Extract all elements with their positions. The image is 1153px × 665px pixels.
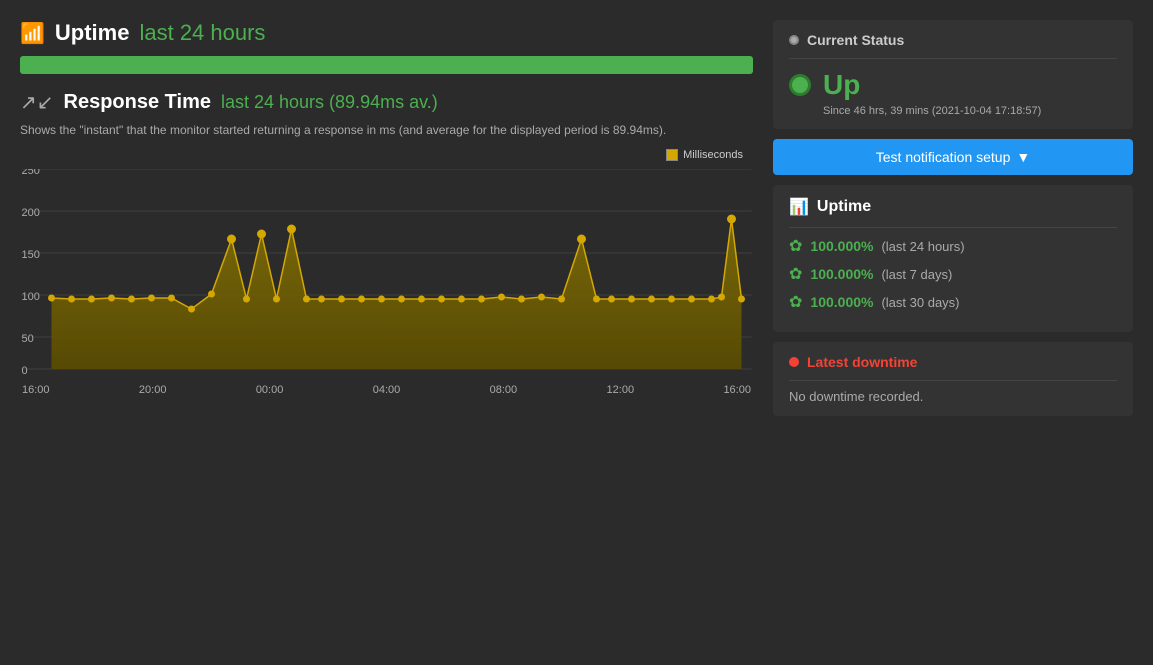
uptime-row-30d: ✿ 100.000% (last 30 days) [789, 292, 1117, 312]
uptime-subtitle: last 24 hours [139, 20, 265, 46]
downtime-dot [789, 357, 799, 367]
current-status-card: Current Status Up Since 46 hrs, 39 mins … [773, 20, 1133, 129]
left-panel: 📶 Uptime last 24 hours ↗↙ Response Time … [20, 20, 753, 645]
chart-dots [49, 215, 745, 312]
chart-line [52, 219, 742, 309]
x-label-7: 16:00 [723, 384, 751, 396]
uptime-period-7d: (last 7 days) [881, 267, 952, 282]
svg-text:250: 250 [22, 169, 40, 177]
uptime-period-24h: (last 24 hours) [881, 239, 964, 254]
response-section: ↗↙ Response Time last 24 hours (89.94ms … [20, 90, 753, 389]
uptime-star-3: ✿ [789, 292, 802, 312]
status-header-dot [789, 35, 799, 45]
x-axis-labels: 16:00 20:00 00:00 04:00 08:00 12:00 16:0… [20, 384, 753, 396]
uptime-stats-bar-icon: 📊 [789, 197, 809, 217]
svg-text:50: 50 [22, 333, 34, 345]
x-label-3: 00:00 [256, 384, 284, 396]
notification-setup-button[interactable]: Test notification setup ▼ [773, 139, 1133, 175]
notification-button-label: Test notification setup [876, 149, 1011, 165]
uptime-pct-30d: 100.000% [810, 294, 873, 310]
downtime-title: Latest downtime [807, 354, 917, 370]
uptime-stats-title: Uptime [817, 198, 871, 216]
divider-1 [789, 58, 1117, 59]
divider-2 [789, 227, 1117, 228]
right-panel: Current Status Up Since 46 hrs, 39 mins … [773, 20, 1133, 645]
chart-fill-area [52, 219, 742, 369]
uptime-star-1: ✿ [789, 236, 802, 256]
chart-legend: Milliseconds [666, 149, 743, 161]
svg-text:150: 150 [22, 249, 40, 261]
x-label-1: 16:00 [22, 384, 50, 396]
status-up-text: Up [823, 69, 860, 101]
svg-text:0: 0 [22, 365, 28, 377]
uptime-stats-card: 📊 Uptime ✿ 100.000% (last 24 hours) ✿ 10… [773, 185, 1133, 332]
current-status-title: Current Status [807, 32, 904, 48]
response-title: Response Time [64, 91, 211, 114]
dropdown-arrow-icon: ▼ [1016, 149, 1030, 165]
svg-text:200: 200 [22, 207, 40, 219]
chart-container: Milliseconds 250 200 150 100 50 [20, 149, 753, 389]
x-label-2: 20:00 [139, 384, 167, 396]
divider-3 [789, 380, 1117, 381]
uptime-row-24h: ✿ 100.000% (last 24 hours) [789, 236, 1117, 256]
downtime-message: No downtime recorded. [789, 389, 1117, 404]
uptime-period-30d: (last 30 days) [881, 295, 959, 310]
x-label-6: 12:00 [607, 384, 635, 396]
response-chart: 250 200 150 100 50 0 [20, 169, 753, 379]
uptime-section: 📶 Uptime last 24 hours [20, 20, 753, 74]
x-label-4: 04:00 [373, 384, 401, 396]
uptime-row-7d: ✿ 100.000% (last 7 days) [789, 264, 1117, 284]
legend-label: Milliseconds [683, 149, 743, 161]
legend-color-box [666, 149, 678, 161]
uptime-bar-fill [20, 56, 753, 74]
bar-chart-icon: 📶 [20, 21, 45, 46]
response-description: Shows the "instant" that the monitor sta… [20, 121, 753, 139]
uptime-bar [20, 56, 753, 74]
uptime-pct-24h: 100.000% [810, 238, 873, 254]
uptime-pct-7d: 100.000% [810, 266, 873, 282]
latest-downtime-card: Latest downtime No downtime recorded. [773, 342, 1133, 416]
svg-text:100: 100 [22, 291, 40, 303]
uptime-title: Uptime [55, 20, 130, 46]
response-subtitle: last 24 hours (89.94ms av.) [221, 92, 438, 113]
x-label-5: 08:00 [490, 384, 518, 396]
status-since-text: Since 46 hrs, 39 mins (2021-10-04 17:18:… [823, 105, 1117, 117]
status-up-indicator [789, 74, 811, 96]
uptime-star-2: ✿ [789, 264, 802, 284]
response-icon: ↗↙ [20, 90, 54, 115]
